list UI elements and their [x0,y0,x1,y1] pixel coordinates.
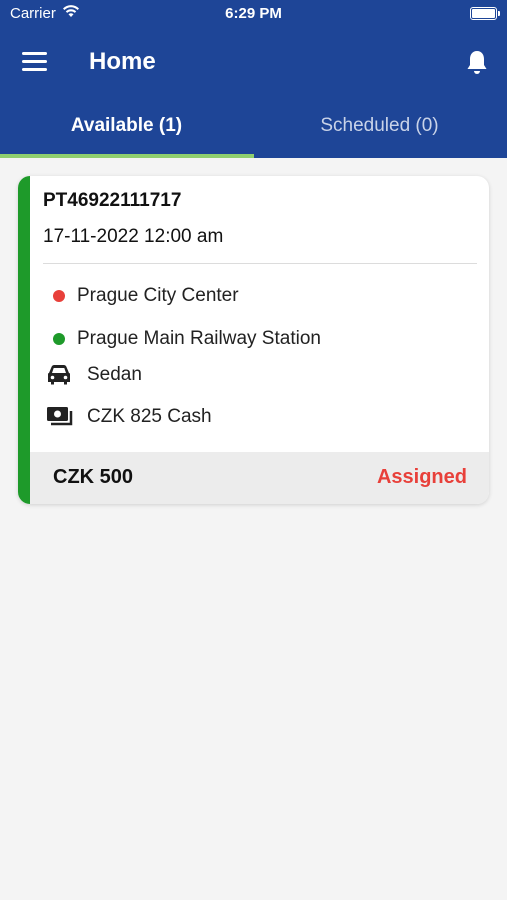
vehicle-label: Sedan [87,364,142,385]
tab-available[interactable]: Available (1) [0,115,253,137]
ride-card[interactable]: PT46922111717 17-11-2022 12:00 am Prague… [18,176,489,504]
ride-id: PT46922111717 [43,190,182,211]
active-tab-indicator [0,154,254,158]
status-bar: Carrier 6:29 PM [0,0,507,28]
ride-datetime: 17-11-2022 12:00 am [43,226,224,247]
pickup-label: Prague City Center [77,285,239,306]
divider [43,263,477,264]
car-icon [48,365,70,385]
card-accent-bar [18,176,30,504]
clock-time: 6:29 PM [225,5,282,22]
drop-dot-icon [53,333,65,345]
cash-icon [47,407,73,426]
bell-icon[interactable] [465,49,489,77]
tab-scheduled[interactable]: Scheduled (0) [253,115,506,137]
page-title: Home [89,48,156,75]
battery-icon [470,7,500,20]
status-badge: Assigned [376,466,467,488]
card-footer: CZK 500 Assigned [30,452,489,504]
payment-label: CZK 825 Cash [87,406,212,427]
app-header: Carrier 6:29 PM Home Available (1) Sched… [0,0,507,158]
fare-amount: CZK 500 [53,466,134,488]
hamburger-icon[interactable] [22,52,50,74]
pickup-dot-icon [53,290,65,302]
drop-label: Prague Main Railway Station [77,328,321,349]
